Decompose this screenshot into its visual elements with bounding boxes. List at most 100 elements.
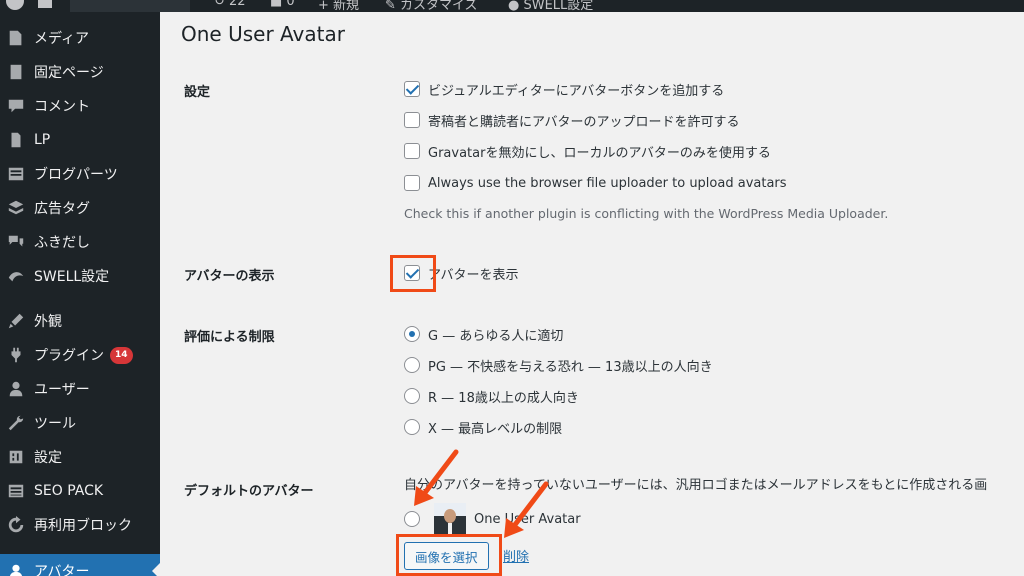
sidebar-item-label: 設定	[34, 450, 62, 466]
seo-pack-icon	[6, 481, 26, 501]
default-avatar-description: 自分のアバターを持っていないユーザーには、汎用ロゴまたはメールアドレスをもとに作…	[404, 478, 988, 493]
sidebar-item-label: ふきだし	[34, 235, 90, 251]
rating-label: 評価による制限	[184, 330, 275, 345]
customize-link[interactable]: ✎ カスタマイズ	[385, 0, 478, 12]
option-label: 寄稿者と購読者にアバターのアップロードを許可する	[428, 114, 740, 130]
option-label: ビジュアルエディターにアバターボタンを追加する	[428, 83, 725, 99]
admin-bar: ↻ 22 ■ 0 + 新規 ✎ カスタマイズ ● SWELL設定	[0, 0, 1024, 12]
sidebar-item-label: 再利用ブロック	[34, 518, 132, 534]
option-rating-x[interactable]: X — 最高レベルの制限	[404, 418, 563, 437]
ad-tag-icon	[6, 198, 26, 218]
sidebar-item-comments[interactable]: コメント	[0, 89, 160, 123]
sidebar-item-users[interactable]: ユーザー	[0, 372, 160, 406]
sidebar-item-plugins[interactable]: プラグイン 14	[0, 338, 160, 372]
annotation-highlight-select-image	[396, 534, 502, 576]
swell-settings-link[interactable]: ● SWELL設定	[508, 0, 593, 12]
home-icon[interactable]	[38, 0, 52, 8]
plugin-icon	[6, 345, 26, 365]
sidebar-item-swell-settings[interactable]: SWELL設定	[0, 259, 160, 293]
option-label: X — 最高レベルの制限	[428, 421, 563, 437]
blog-parts-icon	[6, 164, 26, 184]
sidebar-item-ad-tag[interactable]: 広告タグ	[0, 191, 160, 225]
sidebar-item-balloon[interactable]: ふきだし	[0, 225, 160, 259]
sidebar-item-label: ツール	[34, 416, 76, 432]
sidebar-item-blog-parts[interactable]: ブログパーツ	[0, 157, 160, 191]
sidebar-item-label: ユーザー	[34, 382, 90, 398]
sidebar-item-label: 固定ページ	[34, 65, 104, 81]
wordpress-logo-icon[interactable]	[6, 0, 24, 10]
option-label: R — 18歳以上の成人向き	[428, 390, 579, 406]
sidebar-item-label: 外観	[34, 314, 62, 330]
annotation-highlight-show-avatars	[390, 255, 436, 292]
tool-icon	[6, 413, 26, 433]
add-editor-button-checkbox[interactable]	[404, 81, 420, 97]
disable-gravatar-checkbox[interactable]	[404, 143, 420, 159]
settings-icon	[6, 447, 26, 467]
new-content-link[interactable]: + 新規	[318, 0, 359, 12]
sidebar-item-appearance[interactable]: 外観	[0, 304, 160, 338]
option-label: Always use the browser file uploader to …	[428, 175, 787, 191]
avatar-display-label: アバターの表示	[184, 269, 275, 284]
sidebar-item-avatar[interactable]: アバター	[0, 554, 160, 576]
default-avatar-label: デフォルトのアバター	[184, 484, 314, 499]
annotation-arrow-radio	[414, 449, 459, 506]
sidebar-item-pages[interactable]: 固定ページ	[0, 55, 160, 89]
user-icon	[6, 379, 26, 399]
swell-label: SWELL設定	[523, 0, 594, 12]
updates-count: 22	[229, 0, 246, 9]
sidebar-item-lp[interactable]: LP	[0, 123, 160, 157]
rating-r-radio[interactable]	[404, 388, 420, 404]
option-disable-gravatar[interactable]: Gravatarを無効にし、ローカルのアバターのみを使用する	[404, 142, 771, 161]
current-menu-arrow	[152, 563, 160, 576]
media-icon	[6, 28, 26, 48]
option-label: アバターを表示	[428, 267, 519, 283]
comments-count: 0	[286, 0, 295, 9]
new-label: 新規	[333, 0, 360, 12]
allow-upload-checkbox[interactable]	[404, 112, 420, 128]
comment-icon	[6, 96, 26, 116]
rating-x-radio[interactable]	[404, 419, 420, 435]
sidebar-item-label: アバター	[34, 564, 90, 576]
option-label: Gravatarを無効にし、ローカルのアバターのみを使用する	[428, 145, 771, 161]
sidebar-item-label: ブログパーツ	[34, 167, 118, 183]
sidebar-item-label: SEO PACK	[34, 483, 104, 499]
avatar-icon	[6, 561, 26, 576]
option-allow-contributor-upload[interactable]: 寄稿者と購読者にアバターのアップロードを許可する	[404, 111, 740, 130]
page-icon	[6, 62, 26, 82]
appearance-icon	[6, 311, 26, 331]
swell-icon	[6, 266, 26, 286]
sidebar-item-label: SWELL設定	[34, 269, 110, 285]
updates-link[interactable]: ↻ 22	[214, 0, 246, 9]
sidebar-item-settings[interactable]: 設定	[0, 440, 160, 474]
sidebar-item-seo-pack[interactable]: SEO PACK	[0, 474, 160, 508]
sidebar-item-reusable-blocks[interactable]: 再利用ブロック	[0, 508, 160, 542]
option-rating-pg[interactable]: PG — 不快感を与える恐れ — 13歳以上の人向き	[404, 356, 713, 375]
rating-pg-radio[interactable]	[404, 357, 420, 373]
rating-g-radio[interactable]	[404, 326, 420, 342]
option-add-editor-button[interactable]: ビジュアルエディターにアバターボタンを追加する	[404, 80, 725, 99]
option-browser-uploader[interactable]: Always use the browser file uploader to …	[404, 174, 787, 192]
uploader-description: Check this if another plugin is conflict…	[404, 206, 889, 221]
delete-avatar-link[interactable]: 削除	[503, 546, 529, 565]
settings-label: 設定	[184, 85, 211, 100]
lp-icon	[6, 130, 26, 150]
sidebar-item-tools[interactable]: ツール	[0, 406, 160, 440]
customize-label: カスタマイズ	[400, 0, 478, 12]
plugin-update-badge: 14	[110, 346, 133, 364]
option-label: G — あらゆる人に適切	[428, 328, 564, 344]
browser-uploader-checkbox[interactable]	[404, 175, 420, 191]
reusable-block-icon	[6, 515, 26, 535]
default-avatar-radio[interactable]	[404, 511, 420, 527]
option-label: PG — 不快感を与える恐れ — 13歳以上の人向き	[428, 359, 713, 375]
comments-link[interactable]: ■ 0	[270, 0, 295, 9]
sidebar-item-label: コメント	[34, 99, 90, 115]
sidebar-item-media[interactable]: メディア	[0, 21, 160, 55]
option-rating-g[interactable]: G — あらゆる人に適切	[404, 325, 564, 344]
admin-bar-search[interactable]	[70, 0, 190, 12]
balloon-icon	[6, 232, 26, 252]
option-rating-r[interactable]: R — 18歳以上の成人向き	[404, 387, 579, 406]
sidebar-item-label: メディア	[34, 31, 90, 47]
sidebar-item-label: LP	[34, 132, 51, 148]
sidebar-item-label: プラグイン	[34, 348, 104, 364]
page-title: One User Avatar	[181, 22, 345, 46]
